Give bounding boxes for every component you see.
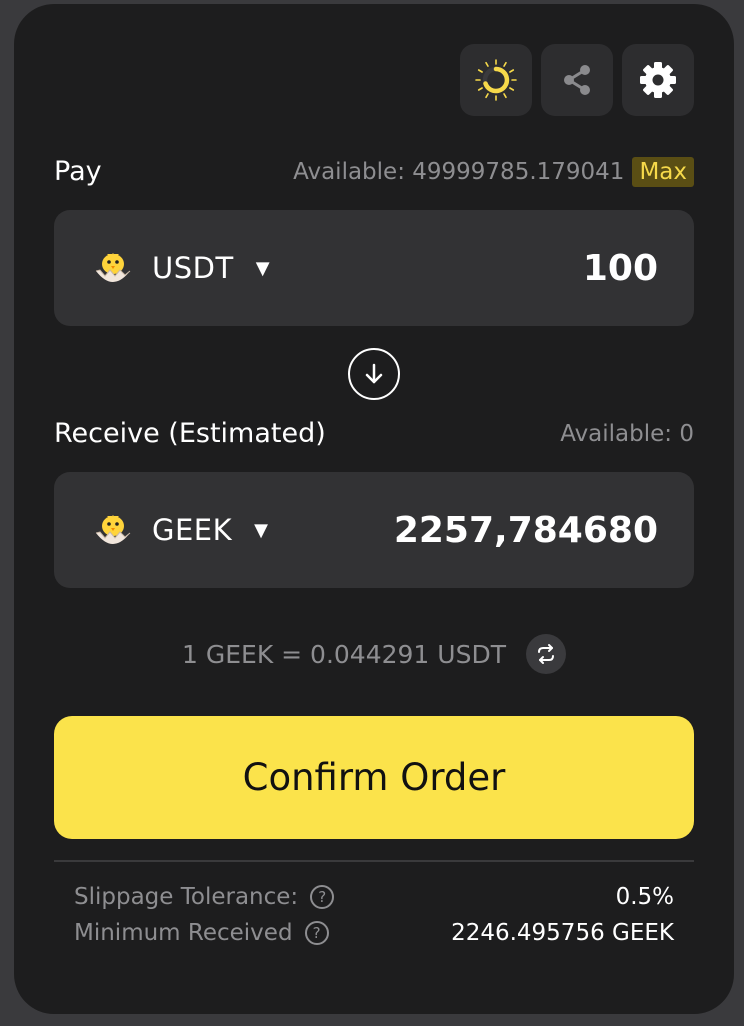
slippage-value: 0.5% (615, 884, 674, 910)
exchange-rate-row: 1 GEEK = 0.044291 USDT (14, 634, 734, 674)
pay-available-text: Available: 49999785.179041 (293, 158, 625, 185)
caret-down-icon: ▼ (255, 257, 270, 279)
gear-icon (640, 62, 676, 98)
receive-label-row: Receive (Estimated) Available: 0 (54, 418, 694, 449)
pay-available: Available: 49999785.179041 Max (293, 156, 694, 187)
toolbar (460, 44, 694, 116)
slippage-row: Slippage Tolerance: ? 0.5% (74, 884, 674, 910)
swap-card: Pay Available: 49999785.179041 Max USDT … (14, 4, 734, 1014)
min-received-value: 2246.495756 GEEK (451, 920, 674, 946)
swap-direction-button[interactable] (348, 348, 400, 400)
min-received-row: Minimum Received ? 2246.495756 GEEK (74, 920, 674, 946)
hatching-chick-icon (95, 253, 131, 282)
invert-rate-button[interactable] (525, 634, 566, 674)
pay-amount-input[interactable]: 100 (583, 248, 658, 289)
min-received-label: Minimum Received (74, 920, 293, 946)
hatching-chick-icon (95, 515, 131, 544)
swap-arrows-icon (537, 644, 554, 664)
receive-token-name: GEEK (152, 513, 233, 547)
caret-down-icon: ▼ (254, 519, 268, 541)
pay-label-row: Pay Available: 49999785.179041 Max (54, 156, 694, 187)
confirm-order-button[interactable]: Confirm Order (54, 716, 694, 839)
help-icon[interactable]: ? (310, 885, 335, 909)
max-button[interactable]: Max (632, 156, 694, 187)
pay-token-selector[interactable]: USDT ▼ (90, 245, 270, 291)
share-button[interactable] (541, 44, 613, 116)
receive-label: Receive (Estimated) (54, 418, 326, 449)
receive-token-selector[interactable]: GEEK ▼ (90, 507, 268, 553)
exchange-rate-text: 1 GEEK = 0.044291 USDT (182, 639, 506, 669)
refresh-timer-button[interactable] (460, 44, 532, 116)
pay-label: Pay (54, 156, 102, 187)
loading-ring-icon (475, 59, 517, 101)
settings-button[interactable] (622, 44, 694, 116)
help-icon[interactable]: ? (304, 921, 329, 945)
share-icon (564, 65, 590, 95)
pay-token-name: USDT (152, 251, 234, 285)
arrow-down-icon (365, 363, 383, 384)
slippage-label: Slippage Tolerance: (74, 884, 299, 910)
divider (54, 860, 694, 862)
receive-available: Available: 0 (560, 420, 694, 447)
receive-field: GEEK ▼ 2257,784680 (54, 472, 694, 588)
receive-amount: 2257,784680 (393, 509, 658, 551)
min-received-label-group: Minimum Received ? (74, 920, 329, 946)
slippage-label-group: Slippage Tolerance: ? (74, 884, 335, 910)
pay-field: USDT ▼ 100 (54, 210, 694, 326)
